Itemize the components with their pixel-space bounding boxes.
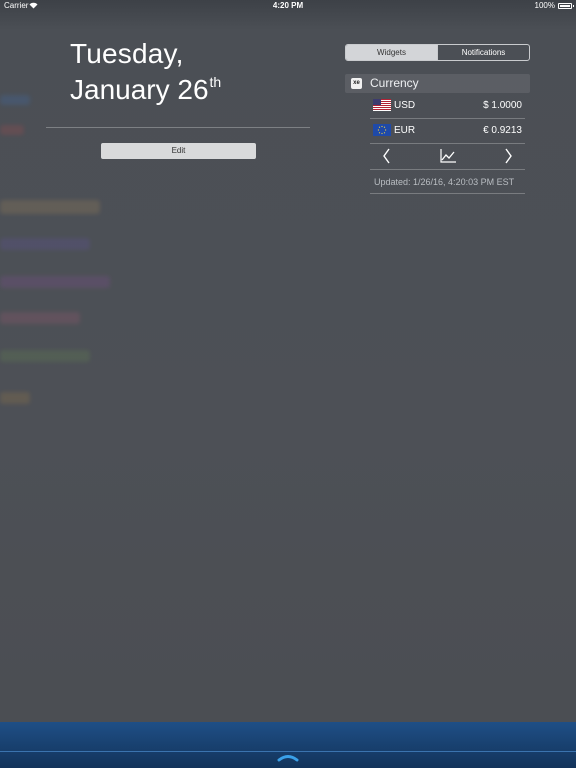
- currency-widget-header[interactable]: xe Currency: [345, 74, 530, 93]
- background-ghost: [0, 392, 30, 404]
- date-month-day: January 26th: [70, 74, 221, 106]
- background-ghost: [0, 312, 80, 324]
- updated-timestamp: Updated: 1/26/16, 4:20:03 PM EST: [370, 170, 525, 194]
- eu-flag-icon: [373, 124, 391, 136]
- date-ordinal: th: [209, 74, 222, 90]
- currency-code: USD: [394, 100, 416, 111]
- view-segmented-control: Widgets Notifications: [345, 44, 530, 61]
- us-flag-icon: [373, 99, 391, 111]
- tab-widgets[interactable]: Widgets: [346, 45, 437, 60]
- chevron-left-icon[interactable]: [382, 148, 392, 164]
- currency-amount: € 0.9213: [483, 125, 522, 136]
- month-day-text: January 26: [70, 74, 209, 105]
- background-ghost: [0, 276, 110, 288]
- chevron-right-icon[interactable]: [503, 148, 513, 164]
- widget-title: Currency: [370, 76, 419, 90]
- currency-row-usd[interactable]: USD $ 1.0000: [370, 93, 525, 119]
- background-ghost: [0, 238, 90, 250]
- status-time: 4:20 PM: [272, 1, 304, 10]
- widget-controls: [370, 144, 525, 170]
- background-ghost: [0, 95, 30, 105]
- xe-logo-icon: xe: [351, 78, 362, 89]
- chart-icon[interactable]: [440, 149, 456, 163]
- currency-row-eur[interactable]: EUR € 0.9213: [370, 118, 525, 144]
- battery-icon: [558, 3, 574, 9]
- currency-amount: $ 1.0000: [483, 100, 522, 111]
- background-ghost: [0, 125, 24, 135]
- battery-percentage: 100%: [534, 1, 555, 10]
- status-bar: Carrier 4:20 PM 100%: [0, 0, 576, 12]
- tab-notifications[interactable]: Notifications: [437, 45, 529, 60]
- date-divider: [46, 127, 310, 128]
- background-ghost: [0, 350, 90, 362]
- background-ghost: [0, 200, 100, 214]
- pull-handle-icon[interactable]: [277, 753, 299, 762]
- edit-button[interactable]: Edit: [101, 143, 256, 159]
- currency-code: EUR: [394, 125, 416, 136]
- bottom-divider: [0, 751, 576, 752]
- date-weekday: Tuesday,: [70, 38, 184, 69]
